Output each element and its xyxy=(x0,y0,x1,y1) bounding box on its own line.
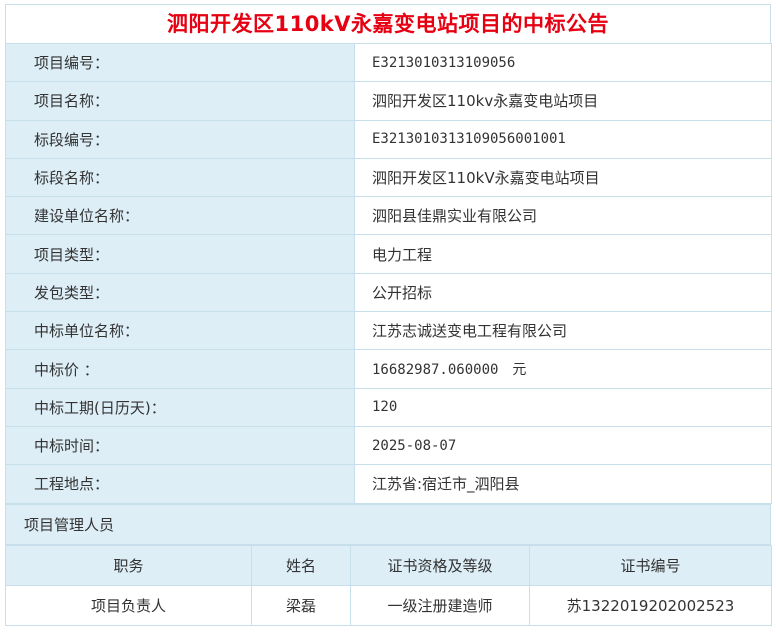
column-header-qualification: 证书资格及等级 xyxy=(350,544,530,586)
info-row-project-name: 项目名称： 泗阳开发区110kv永嘉变电站项目 xyxy=(5,81,772,121)
field-label: 中标单位名称： xyxy=(5,311,355,351)
project-info-table: 项目编号： E3213010313109056 项目名称： 泗阳开发区110kv… xyxy=(5,42,772,504)
info-row-duration: 中标工期(日历天)： 120 xyxy=(5,387,772,427)
field-label: 发包类型： xyxy=(5,272,355,313)
field-value: 120 xyxy=(354,387,772,427)
field-value: 泗阳开发区110kv永嘉变电站项目 xyxy=(354,81,772,121)
staff-qualification: 一级注册建造师 xyxy=(350,584,530,626)
field-value: 江苏志诚送变电工程有限公司 xyxy=(354,311,772,351)
staff-cert-number: 苏1322019202002523 xyxy=(529,584,772,626)
field-label: 项目类型： xyxy=(5,234,355,274)
field-label: 标段名称： xyxy=(5,157,355,198)
staff-role: 项目负责人 xyxy=(5,584,252,626)
info-row-section-code: 标段编号： E3213010313109056001001 xyxy=(5,119,772,159)
staff-section-title: 项目管理人员 xyxy=(5,503,771,545)
info-row-location: 工程地点： 江苏省:宿迁市_泗阳县 xyxy=(5,464,772,504)
field-value: 电力工程 xyxy=(354,234,772,274)
info-row-project-code: 项目编号： E3213010313109056 xyxy=(5,42,772,83)
field-value: E3213010313109056 xyxy=(354,42,772,83)
field-label: 中标时间： xyxy=(5,425,355,466)
field-label: 工程地点： xyxy=(5,464,355,504)
staff-name: 梁磊 xyxy=(251,584,351,626)
staff-header-row: 职务 姓名 证书资格及等级 证书编号 xyxy=(5,544,772,586)
field-value: 16682987.060000 元 xyxy=(354,349,772,389)
field-label: 标段编号： xyxy=(5,119,355,159)
page-title: 泗阳开发区110kV永嘉变电站项目的中标公告 xyxy=(5,4,771,43)
column-header-role: 职务 xyxy=(5,544,252,586)
column-header-cert-number: 证书编号 xyxy=(529,544,772,586)
field-label: 建设单位名称： xyxy=(5,196,355,236)
field-label: 中标价 ： xyxy=(5,349,355,389)
field-value: 江苏省:宿迁市_泗阳县 xyxy=(354,464,772,504)
staff-section-header: 项目管理人员 xyxy=(5,503,771,545)
info-row-builder: 建设单位名称： 泗阳县佳鼎实业有限公司 xyxy=(5,196,772,236)
field-value: 公开招标 xyxy=(354,272,772,313)
info-row-contract-type: 发包类型： 公开招标 xyxy=(5,272,772,313)
table-row: 项目负责人 梁磊 一级注册建造师 苏1322019202002523 xyxy=(5,584,772,626)
field-value: 泗阳开发区110kV永嘉变电站项目 xyxy=(354,157,772,198)
field-value: 泗阳县佳鼎实业有限公司 xyxy=(354,196,772,236)
field-label: 项目编号： xyxy=(5,42,355,83)
announcement: 泗阳开发区110kV永嘉变电站项目的中标公告 项目编号： E3213010313… xyxy=(5,4,772,626)
info-row-price: 中标价 ： 16682987.060000 元 xyxy=(5,349,772,389)
field-label: 中标工期(日历天)： xyxy=(5,387,355,427)
field-label: 项目名称： xyxy=(5,81,355,121)
info-row-project-type: 项目类型： 电力工程 xyxy=(5,234,772,274)
column-header-name: 姓名 xyxy=(251,544,351,586)
info-row-winner: 中标单位名称： 江苏志诚送变电工程有限公司 xyxy=(5,311,772,351)
staff-table: 职务 姓名 证书资格及等级 证书编号 项目负责人 梁磊 一级注册建造师 苏132… xyxy=(5,544,772,626)
field-value: 2025-08-07 xyxy=(354,425,772,466)
info-row-section-name: 标段名称： 泗阳开发区110kV永嘉变电站项目 xyxy=(5,157,772,198)
info-row-award-date: 中标时间： 2025-08-07 xyxy=(5,425,772,466)
field-value: E3213010313109056001001 xyxy=(354,119,772,159)
